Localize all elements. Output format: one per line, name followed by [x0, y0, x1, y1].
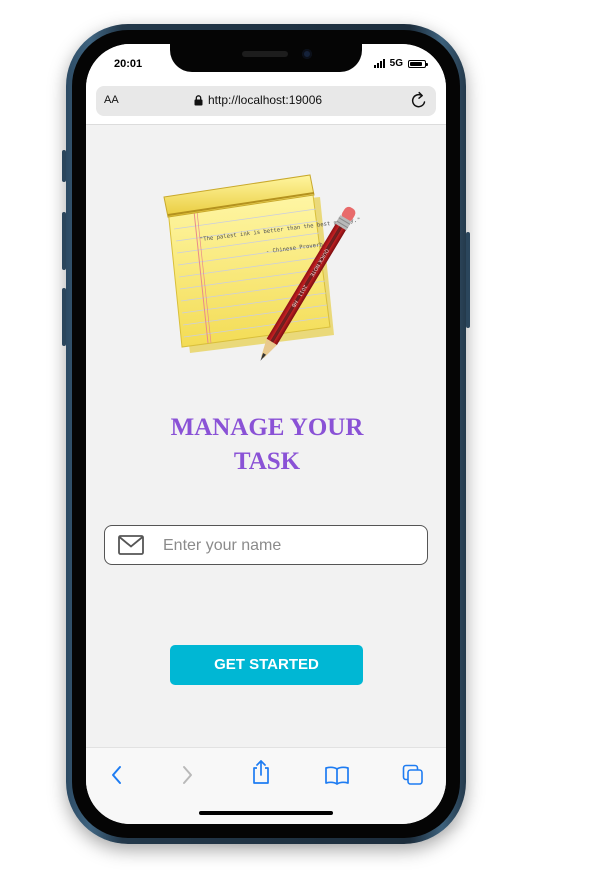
tabs-icon [402, 764, 423, 785]
home-indicator[interactable] [199, 811, 333, 815]
power-button [466, 232, 470, 328]
share-button[interactable] [248, 759, 274, 785]
volume-up-button [62, 212, 66, 270]
browser-address-area: AA http://localhost:19006 [86, 84, 446, 125]
text-size-button[interactable]: AA [104, 94, 119, 106]
bookmarks-button[interactable] [324, 762, 350, 788]
notepad-pencil-illustration: "The palest ink is better than the best … [163, 174, 361, 361]
notepad: "The palest ink is better than the best … [163, 174, 361, 353]
back-button[interactable] [104, 762, 130, 788]
chevron-left-icon [112, 766, 121, 784]
share-icon [253, 760, 269, 784]
name-input[interactable] [161, 534, 415, 558]
chevron-right-icon [183, 766, 192, 784]
title-line-1: MANAGE YOUR [170, 414, 364, 441]
name-field[interactable] [104, 525, 428, 565]
phone-screen: 20:01 5G AA http://localhost:19006 "The … [86, 44, 446, 824]
volume-down-button [62, 288, 66, 346]
url-text: http://localhost:19006 [208, 93, 323, 107]
notch [170, 44, 362, 72]
cellular-signal-icon [373, 59, 385, 68]
lock-icon [194, 94, 203, 105]
book-icon [325, 766, 349, 785]
forward-button[interactable] [174, 762, 200, 788]
page-title: MANAGE YOUR TASK [86, 411, 446, 479]
reload-icon[interactable] [410, 91, 428, 111]
battery-level [410, 61, 422, 66]
status-time: 20:01 [114, 58, 143, 70]
silent-switch [62, 150, 66, 182]
network-type: 5G [389, 58, 403, 69]
battery-icon [408, 59, 428, 68]
earpiece-speaker [242, 51, 288, 57]
app-content: "The palest ink is better than the best … [86, 125, 446, 747]
url-display[interactable]: http://localhost:19006 [194, 93, 322, 107]
address-bar[interactable]: AA http://localhost:19006 [96, 86, 436, 116]
title-line-2: TASK [233, 448, 301, 475]
mail-icon [118, 535, 144, 555]
get-started-button[interactable]: GET STARTED [170, 645, 363, 685]
front-camera [302, 49, 312, 59]
tabs-button[interactable] [400, 762, 426, 788]
status-indicators: 5G [373, 58, 428, 69]
